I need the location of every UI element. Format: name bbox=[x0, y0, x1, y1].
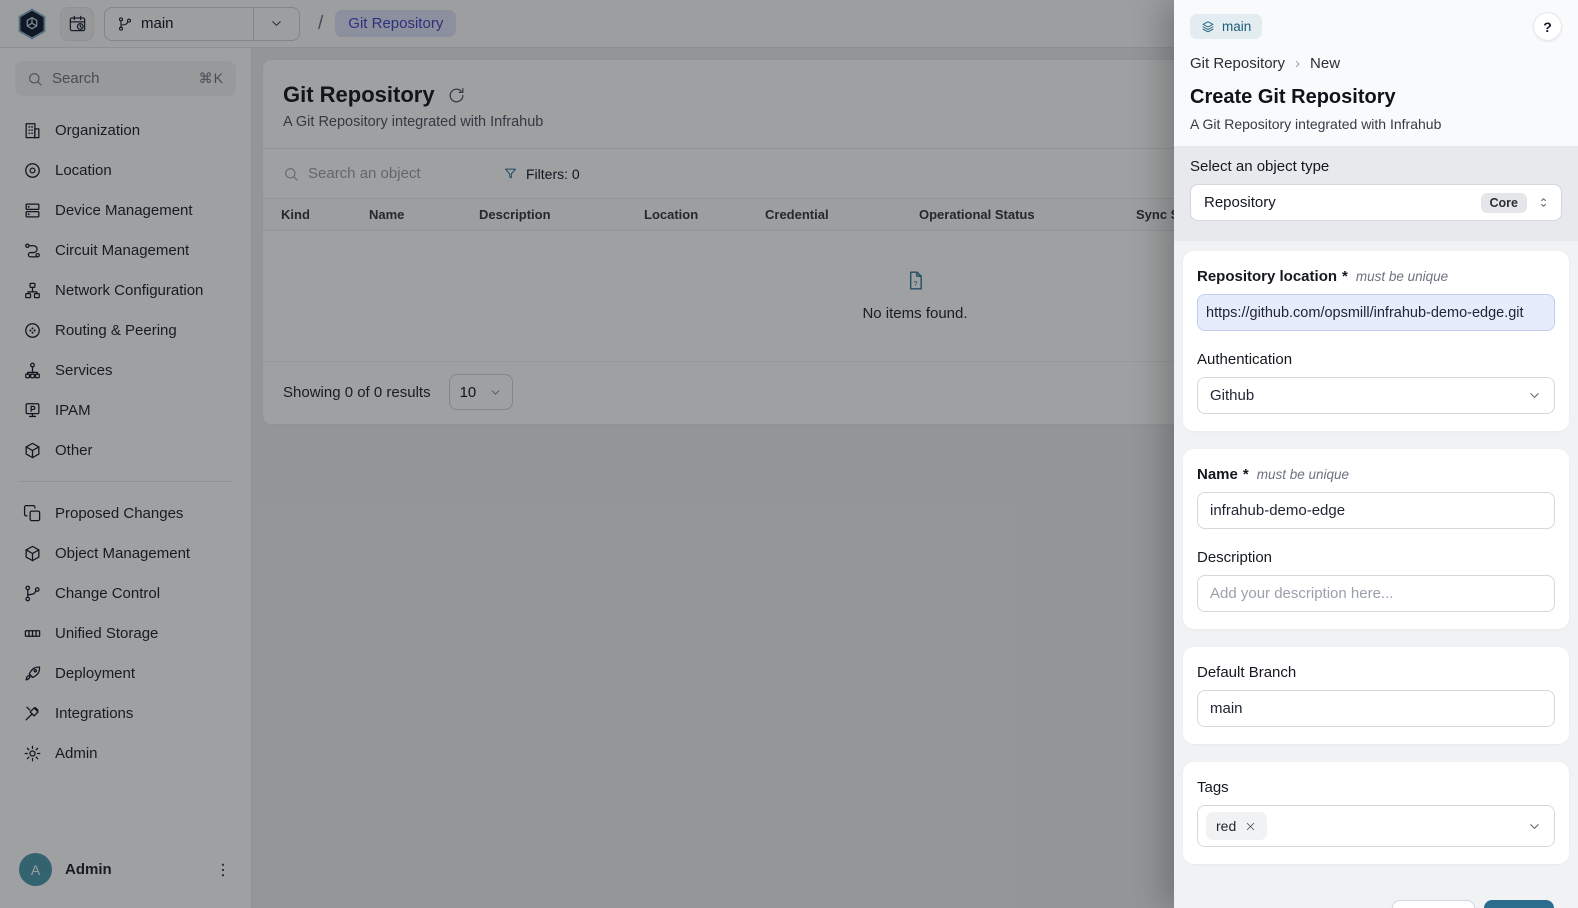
tag-chip-red: red bbox=[1206, 812, 1267, 840]
authentication-select[interactable]: Github bbox=[1197, 377, 1555, 414]
panel-title: Create Git Repository bbox=[1190, 86, 1562, 109]
authentication-value: Github bbox=[1210, 387, 1527, 404]
chevron-down-icon bbox=[1527, 388, 1542, 403]
help-button[interactable]: ? bbox=[1533, 12, 1562, 41]
create-git-repository-panel: main ? Git Repository › New Create Git R… bbox=[1174, 0, 1578, 908]
required-marker: * bbox=[1342, 268, 1348, 285]
branch-badge-label: main bbox=[1222, 19, 1251, 34]
object-type-select[interactable]: Repository Core bbox=[1190, 184, 1562, 221]
required-marker: * bbox=[1243, 466, 1249, 483]
field-label: Name bbox=[1197, 466, 1238, 483]
save-button[interactable]: Save bbox=[1484, 900, 1554, 908]
breadcrumb-current: New bbox=[1310, 55, 1340, 72]
object-type-section: Select an object type Repository Core bbox=[1174, 146, 1578, 241]
default-branch-input[interactable] bbox=[1197, 690, 1555, 727]
description-input[interactable] bbox=[1197, 575, 1555, 612]
form-card-location-auth: Repository location * must be unique Aut… bbox=[1183, 251, 1569, 431]
tags-select[interactable]: red bbox=[1197, 805, 1555, 847]
breadcrumb-chevron: › bbox=[1295, 55, 1300, 72]
field-label: Description bbox=[1197, 549, 1272, 566]
field-label: Default Branch bbox=[1197, 664, 1296, 681]
tag-label: red bbox=[1216, 818, 1236, 834]
repository-location-input[interactable] bbox=[1197, 294, 1555, 331]
form-card-name-description: Name * must be unique Description bbox=[1183, 449, 1569, 629]
panel-header: main ? Git Repository › New Create Git R… bbox=[1174, 0, 1578, 146]
cancel-button[interactable]: Cancel bbox=[1392, 900, 1475, 908]
field-label: Authentication bbox=[1197, 351, 1292, 368]
breadcrumb-parent[interactable]: Git Repository bbox=[1190, 55, 1285, 72]
close-icon[interactable] bbox=[1244, 820, 1257, 833]
branch-badge: main bbox=[1190, 14, 1262, 39]
core-badge: Core bbox=[1481, 193, 1527, 213]
object-type-value: Repository bbox=[1204, 194, 1481, 211]
panel-form: Repository location * must be unique Aut… bbox=[1174, 241, 1578, 908]
field-label: Repository location bbox=[1197, 268, 1337, 285]
form-card-default-branch: Default Branch bbox=[1183, 647, 1569, 744]
unique-hint: must be unique bbox=[1356, 269, 1448, 284]
app-root: main / Git Repository Search ⌘K Organiza… bbox=[0, 0, 1578, 908]
panel-subtitle: A Git Repository integrated with Infrahu… bbox=[1190, 116, 1562, 132]
chevron-down-icon bbox=[1527, 819, 1542, 834]
object-type-label: Select an object type bbox=[1190, 158, 1562, 175]
panel-breadcrumb: Git Repository › New bbox=[1190, 55, 1562, 72]
layers-icon bbox=[1201, 20, 1215, 34]
form-card-tags: Tags red bbox=[1183, 762, 1569, 864]
name-input[interactable] bbox=[1197, 492, 1555, 529]
chevrons-up-down-icon bbox=[1536, 195, 1551, 210]
field-label: Tags bbox=[1197, 779, 1229, 796]
unique-hint: must be unique bbox=[1257, 467, 1349, 482]
panel-actions: Cancel Save bbox=[1183, 882, 1569, 908]
